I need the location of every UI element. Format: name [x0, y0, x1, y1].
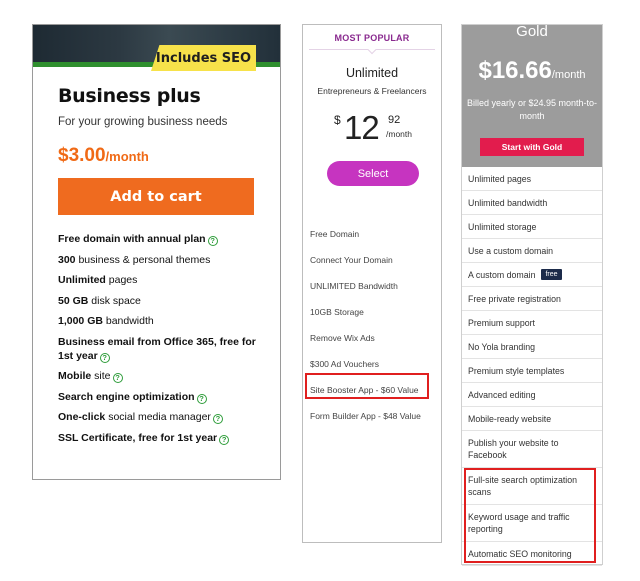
ribbon-pointer	[367, 45, 377, 55]
price-period: /month	[551, 69, 586, 81]
feature-item: UNLIMITED Bandwidth	[310, 281, 398, 291]
price-cents: 92	[388, 114, 401, 126]
plan-subtitle: For your growing business needs	[58, 116, 228, 128]
plan-header: Gold $16.66/month Billed yearly or $24.9…	[462, 23, 602, 167]
business-plus-card: Includes SEO Business plus For your grow…	[32, 24, 281, 480]
plan-price: $3.00/month	[58, 145, 149, 167]
feature-item: SSL Certificate, free for 1st year?	[58, 431, 268, 445]
price-period: /month	[105, 149, 149, 164]
plan-title: Business plus	[58, 85, 201, 107]
feature-item: Search engine optimization?	[58, 390, 268, 404]
help-icon[interactable]: ?	[99, 352, 110, 363]
feature-item: Free domain with annual plan?	[58, 232, 268, 246]
includes-seo-badge: Includes SEO	[151, 45, 256, 71]
unlimited-plan-card: MOST POPULAR Unlimited Entrepreneurs & F…	[302, 24, 442, 543]
price-period: /month	[386, 129, 412, 139]
plan-subtitle: Entrepreneurs & Freelancers	[317, 86, 427, 96]
feature-item: Unlimited pages	[462, 167, 602, 191]
feature-item: Remove Wix Ads	[310, 333, 375, 343]
help-icon[interactable]: ?	[112, 373, 123, 383]
help-icon[interactable]: ?	[207, 236, 218, 246]
free-badge: free	[541, 269, 562, 280]
feature-item: Mobile-ready website	[462, 407, 602, 431]
feature-item: 1,000 GB bandwidth	[58, 315, 154, 327]
price-amount: $3.00	[58, 145, 106, 166]
feature-item: Business email from Office 365, free for…	[58, 335, 256, 363]
highlight-box	[305, 373, 429, 399]
plan-price: $16.66/month	[462, 57, 602, 85]
feature-item: Free Domain	[310, 229, 360, 239]
feature-item: Publish your website to Facebook	[462, 431, 602, 468]
feature-item: 10GB Storage	[310, 307, 364, 317]
feature-item: Unlimited storage	[462, 215, 602, 239]
feature-item: Unlimited pages	[58, 274, 138, 286]
feature-item: Unlimited bandwidth	[462, 191, 602, 215]
feature-list: Free domain with annual plan? 300 busine…	[58, 232, 268, 451]
feature-item: Premium support	[462, 311, 602, 335]
feature-item: Advanced editing	[462, 383, 602, 407]
feature-item: Mobile site?	[58, 369, 268, 383]
select-button[interactable]: Select	[327, 161, 419, 186]
highlight-box	[464, 468, 596, 563]
add-to-cart-button[interactable]: Add to cart	[58, 178, 254, 215]
price-amount: $16.66	[478, 57, 552, 84]
feature-item: One-click social media manager?	[58, 410, 268, 424]
billing-note: Billed yearly or $24.95 month-to-month	[466, 98, 598, 121]
gold-plan-card: Gold $16.66/month Billed yearly or $24.9…	[461, 23, 603, 566]
plan-title: Gold	[516, 23, 548, 40]
help-icon[interactable]: ?	[196, 393, 207, 404]
feature-item: Connect Your Domain	[310, 255, 393, 265]
feature-item: A custom domain free	[462, 263, 602, 287]
plan-title: Unlimited	[345, 66, 399, 80]
feature-item: Use a custom domain	[462, 239, 602, 263]
start-with-gold-button[interactable]: Start with Gold	[480, 138, 584, 156]
feature-list: Free Domain Connect Your Domain UNLIMITE…	[310, 228, 438, 436]
price-whole: 12	[344, 109, 380, 146]
feature-item: Form Builder App - $48 Value	[310, 411, 421, 421]
feature-item: No Yola branding	[462, 335, 602, 359]
feature-item: Premium style templates	[462, 359, 602, 383]
feature-item: 300 business & personal themes	[58, 253, 211, 266]
help-icon[interactable]: ?	[219, 434, 230, 445]
most-popular-ribbon: MOST POPULAR	[334, 33, 410, 43]
price-currency: $	[334, 113, 341, 127]
help-icon[interactable]: ?	[212, 414, 223, 424]
feature-item: Free private registration	[462, 287, 602, 311]
feature-item: 50 GB disk space	[58, 294, 141, 307]
